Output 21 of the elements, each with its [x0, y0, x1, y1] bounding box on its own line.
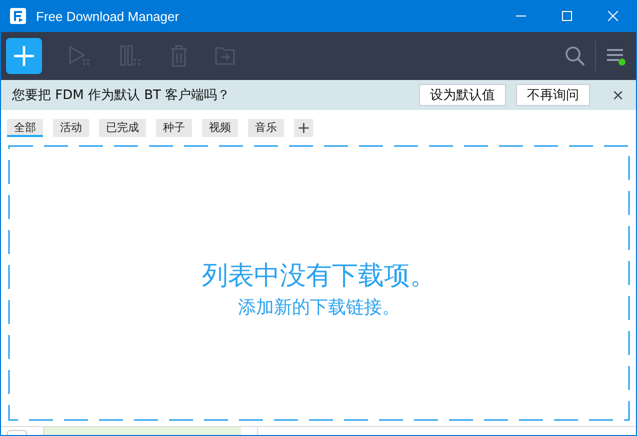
add-button[interactable]: [6, 38, 42, 74]
notification-button[interactable]: 不再询问: [516, 84, 590, 106]
filter-tab[interactable]: 已完成: [99, 119, 146, 137]
window-title: Free Download Manager: [36, 8, 180, 24]
filter-tab[interactable]: 种子: [156, 119, 192, 137]
app-logo-icon: [10, 8, 26, 24]
empty-list-hint: 添加新的下载链接。: [238, 296, 400, 318]
filter-tab[interactable]: 音乐: [248, 119, 284, 137]
empty-list-title: 列表中没有下载项。: [202, 260, 436, 292]
notification-message: 您要把 FDM 作为默认 BT 客户端吗？: [12, 87, 230, 104]
search-icon[interactable]: [565, 46, 585, 66]
filter-tab[interactable]: 活动: [53, 119, 89, 137]
plus-icon: [13, 45, 35, 67]
filter-tab[interactable]: 视频: [202, 119, 238, 137]
close-icon: [608, 11, 618, 21]
maximize-icon: [562, 11, 572, 21]
menu-icon[interactable]: [606, 46, 626, 66]
notification-button[interactable]: 设为默认值: [419, 84, 506, 106]
close-button[interactable]: ×: [600, 86, 636, 104]
filter-tab[interactable]: 全部: [7, 119, 43, 137]
add-tab-button[interactable]: +: [294, 119, 314, 137]
